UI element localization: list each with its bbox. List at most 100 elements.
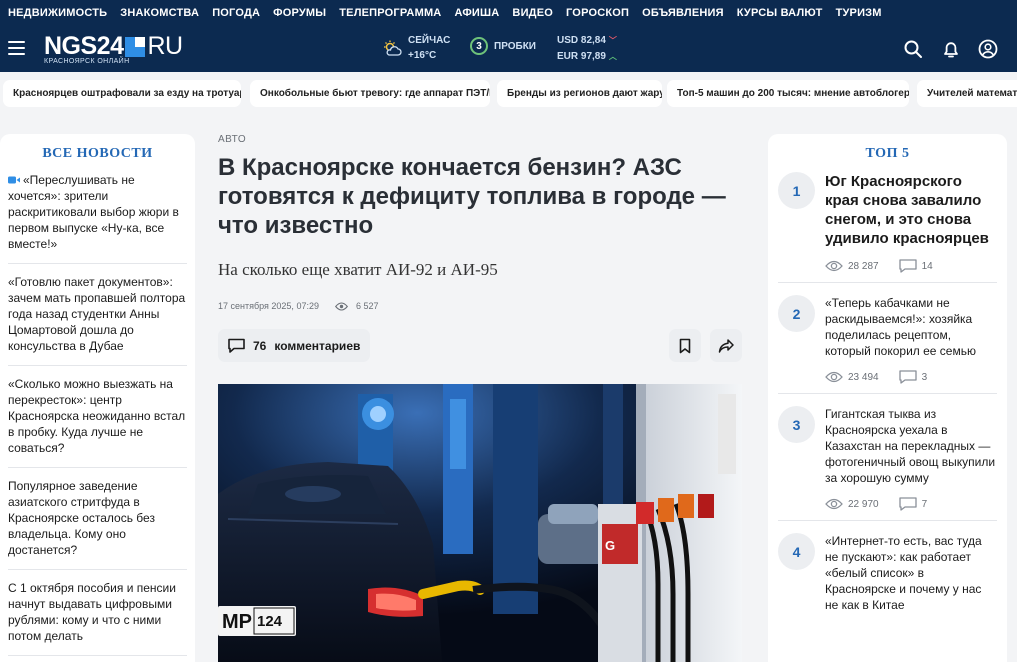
user-icon[interactable]	[978, 39, 998, 59]
search-icon[interactable]	[903, 39, 923, 59]
comments-count: 3	[921, 371, 928, 383]
share-button[interactable]	[710, 329, 742, 362]
license-plate-number: 124	[257, 613, 283, 630]
news-item[interactable]: С 1 октября пособия и пенсии начнут выда…	[8, 580, 187, 656]
top5-column: ТОП 5 1 Юг Красноярского края снова зава…	[768, 134, 1007, 662]
svg-text:G: G	[605, 538, 615, 553]
topic-chip[interactable]: Красноярцев оштрафовали за езду на троту…	[3, 80, 241, 107]
comment-icon	[898, 259, 917, 273]
logo-ru: RU	[147, 32, 183, 60]
comments-button[interactable]: 76 комментариев	[218, 329, 371, 362]
top5-item-title: Гигантская тыква из Красноярска уехала в…	[825, 407, 996, 485]
usd-rate: USD 82,84	[557, 35, 606, 46]
trend-down-icon: ﹀	[608, 36, 617, 45]
top5-item-stats: 28 287 14	[825, 259, 997, 273]
nav-link-tourism[interactable]: ТУРИЗМ	[836, 7, 882, 19]
logo-text: NGS24	[44, 32, 124, 60]
eye-icon	[825, 260, 843, 272]
menu-icon[interactable]	[8, 41, 25, 55]
nav-link-tv[interactable]: ТЕЛЕПРОГРАММА	[339, 7, 441, 19]
bookmark-icon	[679, 338, 691, 353]
article-meta: 17 сентября 2025, 07:29 6 527	[218, 301, 742, 311]
share-icon	[718, 338, 734, 353]
article-actions: 76 комментариев	[218, 329, 742, 362]
news-item[interactable]: Популярное заведение азиатского стритфуд…	[8, 478, 187, 570]
bookmark-button[interactable]	[669, 329, 701, 362]
news-item-text: «Сколько можно выезжать на перекресток»:…	[8, 377, 186, 455]
partly-cloudy-icon	[384, 40, 402, 56]
eye-icon	[825, 371, 843, 383]
comments-count: 14	[921, 260, 933, 272]
site-logo[interactable]: NGS24 RU КРАСНОЯРСК ОНЛАЙН	[44, 32, 183, 66]
comment-icon	[898, 370, 917, 384]
nav-link-dating[interactable]: ЗНАКОМСТВА	[120, 7, 199, 19]
nav-link-currency[interactable]: КУРСЫ ВАЛЮТ	[737, 7, 823, 19]
topic-chip[interactable]: Онкобольные бьют тревогу: где аппарат ПЭ…	[250, 80, 490, 107]
top5-item[interactable]: 4 «Интернет-то есть, вас туда не пускают…	[778, 533, 997, 622]
news-item[interactable]: «Сколько можно выезжать на перекресток»:…	[8, 376, 187, 468]
news-item[interactable]: «Готовлю пакет документов»: зачем мать п…	[8, 274, 187, 366]
top-navigation: НЕДВИЖИМОСТЬ ЗНАКОМСТВА ПОГОДА ФОРУМЫ ТЕ…	[0, 0, 1017, 25]
article-headline: В Красноярске кончается бензин? АЗС гото…	[218, 154, 726, 239]
nav-link-ads[interactable]: ОБЪЯВЛЕНИЯ	[642, 7, 724, 19]
top5-item-title: «Теперь кабачками не раскидываемся!»: хо…	[825, 296, 976, 358]
currency-widget[interactable]: USD 82,84 ﹀ EUR 97,89 ︿	[557, 33, 617, 65]
views-count: 23 494	[848, 371, 879, 383]
eur-rate: EUR 97,89	[557, 51, 606, 62]
top5-item[interactable]: 3 Гигантская тыква из Красноярска уехала…	[778, 406, 997, 521]
bell-icon[interactable]	[941, 39, 961, 59]
traffic-label: ПРОБКИ	[494, 40, 536, 52]
top5-title[interactable]: ТОП 5	[778, 146, 997, 162]
article: АВТО В Красноярске кончается бензин? АЗС…	[218, 134, 742, 662]
news-item-text: «Готовлю пакет документов»: зачем мать п…	[8, 275, 186, 353]
comments-count: 76	[253, 338, 267, 353]
rank-badge: 2	[778, 295, 815, 332]
top5-item-title: «Интернет-то есть, вас туда не пускают»:…	[825, 534, 982, 612]
top5-item-stats: 22 970 7	[825, 497, 997, 511]
top5-item-stats: 23 494 3	[825, 370, 997, 384]
article-subheadline: На сколько еще хватит АИ-92 и АИ-95	[218, 260, 498, 279]
article-photo-gas-station: МР 124 G	[218, 384, 742, 662]
comment-icon	[898, 497, 917, 511]
comments-count: 7	[921, 498, 928, 510]
nav-link-horoscope[interactable]: ГОРОСКОП	[566, 7, 629, 19]
weather-widget[interactable]: СЕЙЧАС +16°C	[382, 33, 450, 63]
topic-chip[interactable]: Бренды из регионов дают жару	[497, 80, 662, 107]
rank-badge: 3	[778, 406, 815, 443]
weather-label: СЕЙЧАС	[408, 35, 451, 46]
video-icon	[8, 176, 20, 184]
trend-up-icon: ︿	[608, 52, 617, 61]
nav-link-video[interactable]: ВИДЕО	[512, 7, 553, 19]
eye-icon	[334, 301, 348, 311]
topic-chip[interactable]: Учителей математики	[917, 80, 1017, 107]
rank-badge: 1	[778, 172, 815, 209]
top5-item-title: Юг Красноярского края снова завалило сне…	[825, 173, 989, 247]
news-item-text: С 1 октября пособия и пенсии начнут выда…	[8, 581, 176, 643]
nav-link-weather[interactable]: ПОГОДА	[212, 7, 260, 19]
top5-item[interactable]: 1 Юг Красноярского края снова завалило с…	[778, 172, 997, 283]
eye-icon	[825, 498, 843, 510]
traffic-level-badge: 3	[470, 37, 488, 55]
views-count: 22 970	[848, 498, 879, 510]
article-date: 17 сентября 2025, 07:29	[218, 301, 319, 311]
views-count: 28 287	[848, 260, 879, 272]
news-item[interactable]: «Переслушивать не хочется»: зрители раск…	[8, 172, 187, 264]
nav-link-afisha[interactable]: АФИША	[454, 7, 499, 19]
nav-link-realty[interactable]: НЕДВИЖИМОСТЬ	[8, 7, 107, 19]
svg-text:МР: МР	[222, 611, 252, 633]
nav-link-forums[interactable]: ФОРУМЫ	[273, 7, 326, 19]
comment-icon	[228, 338, 245, 353]
article-rubric[interactable]: АВТО	[218, 134, 742, 145]
all-news-column: ВСЕ НОВОСТИ «Переслушивать не хочется»: …	[0, 134, 195, 662]
news-item-text: «Переслушивать не хочется»: зрители раск…	[8, 173, 179, 251]
weather-temp: +16°C	[408, 50, 437, 61]
logo-square-icon	[125, 36, 146, 57]
traffic-widget[interactable]: 3 ПРОБКИ	[470, 37, 536, 55]
hot-topics-bar: Красноярцев оштрафовали за езду на троту…	[0, 80, 1017, 107]
topic-chip[interactable]: Топ-5 машин до 200 тысяч: мнение автобло…	[667, 80, 909, 107]
all-news-title[interactable]: ВСЕ НОВОСТИ	[8, 146, 187, 162]
article-views: 6 527	[355, 301, 379, 311]
top5-item[interactable]: 2 «Теперь кабачками не раскидываемся!»: …	[778, 295, 997, 394]
site-header: NGS24 RU КРАСНОЯРСК ОНЛАЙН СЕЙЧАС +16°C 3…	[0, 25, 1017, 72]
news-item-text: Популярное заведение азиатского стритфуд…	[8, 479, 155, 557]
